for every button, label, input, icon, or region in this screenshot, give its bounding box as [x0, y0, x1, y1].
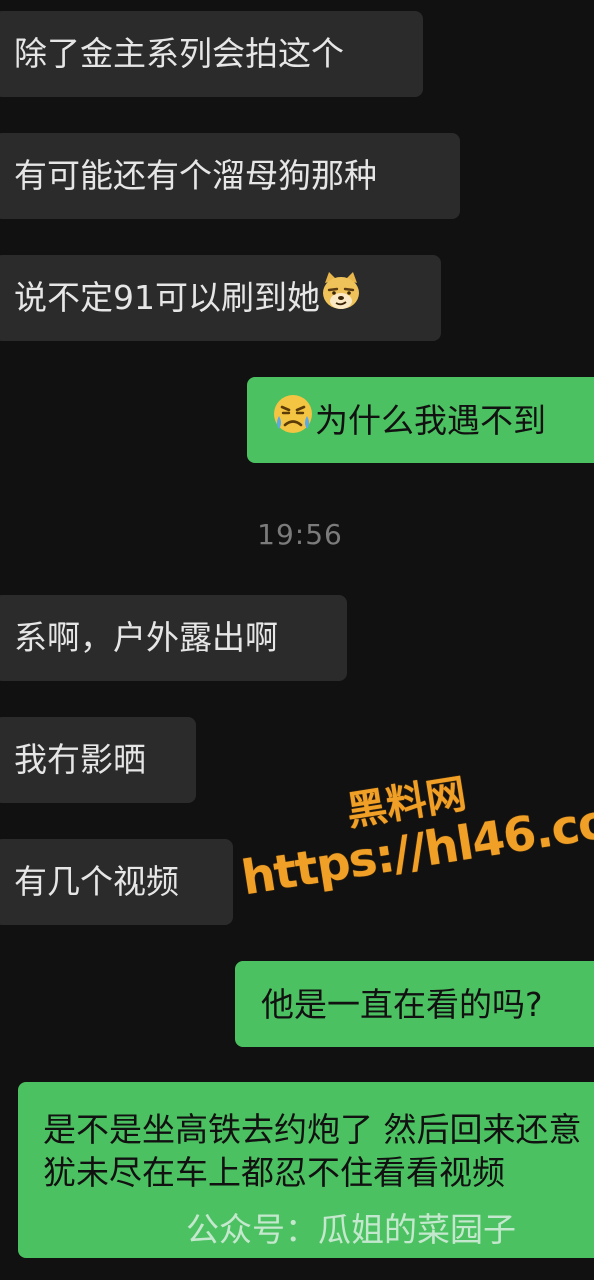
incoming-message-bubble[interactable]: 有可能还有个溜母狗那种 [0, 133, 460, 219]
message-text: 为什么我遇不到 [315, 401, 546, 440]
incoming-message-bubble[interactable]: 说不定91可以刷到她 [0, 255, 441, 341]
outgoing-message-bubble[interactable]: 为什么我遇不到 [247, 377, 594, 463]
message-text: 系啊，户外露出啊 [14, 618, 278, 657]
message-text: 他是一直在看的吗? [261, 985, 543, 1024]
message-text: 有可能还有个溜母狗那种 [14, 156, 377, 195]
incoming-message-bubble[interactable]: 除了金主系列会拍这个 [0, 11, 423, 97]
message-timestamp: 19:56 [257, 518, 343, 551]
chat-screen: { "messages": [ {"from": "other", "text"… [0, 0, 594, 1280]
message-text: 除了金主系列会拍这个 [14, 34, 344, 73]
incoming-message-bubble[interactable]: 系啊，户外露出啊 [0, 595, 347, 681]
message-text: 我冇影晒 [14, 740, 146, 779]
message-text: 说不定91可以刷到她 [14, 278, 320, 317]
message-text: 有几个视频 [14, 862, 179, 901]
angry-cry-emoji-icon [271, 392, 315, 447]
message-text: 是不是坐高铁去约炮了 然后回来还意犹未尽在车上都忍不住看看视频 [43, 1110, 582, 1192]
outgoing-message-bubble[interactable]: 他是一直在看的吗? [235, 961, 594, 1047]
watermark-account: 公众号：瓜姐的菜园子 [186, 1210, 516, 1249]
incoming-message-bubble[interactable]: 我冇影晒 [0, 717, 196, 803]
incoming-message-bubble[interactable]: 有几个视频 [0, 839, 233, 925]
doge-emoji-icon [320, 271, 362, 322]
